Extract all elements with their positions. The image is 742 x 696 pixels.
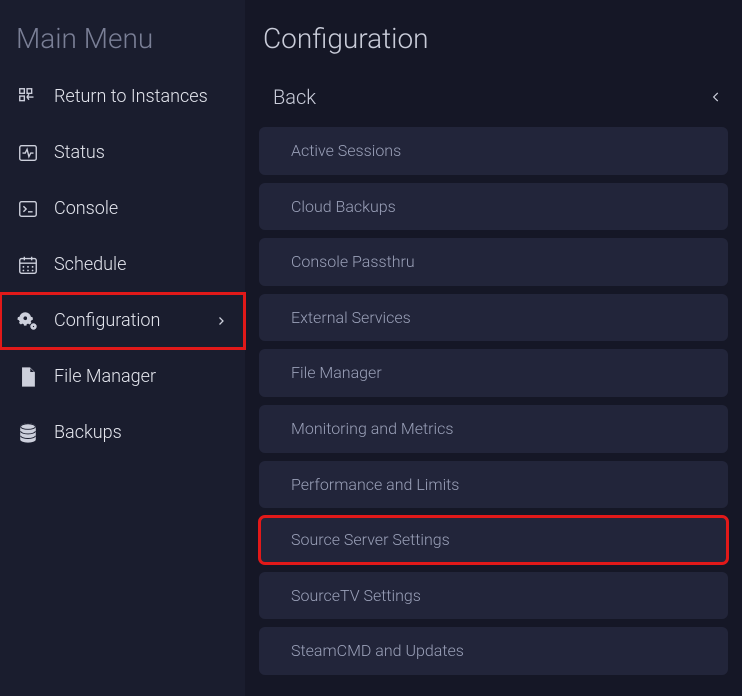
terminal-icon	[16, 197, 40, 221]
config-item-label: Cloud Backups	[291, 197, 396, 216]
config-item-label: Console Passthru	[291, 252, 415, 271]
config-list: Active Sessions Cloud Backups Console Pa…	[259, 127, 728, 675]
config-item-label: SourceTV Settings	[291, 586, 421, 605]
sidebar: Main Menu Return to Instances Status	[0, 0, 245, 696]
config-item-label: External Services	[291, 308, 411, 327]
sidebar-item-label: Backups	[54, 421, 229, 444]
sidebar-item-backups[interactable]: Backups	[0, 405, 245, 461]
sidebar-item-return-to-instances[interactable]: Return to Instances	[0, 69, 245, 125]
config-item-label: Performance and Limits	[291, 475, 459, 494]
sidebar-item-schedule[interactable]: Schedule	[0, 237, 245, 293]
sidebar-item-label: File Manager	[54, 365, 229, 388]
config-item-label: Active Sessions	[291, 141, 401, 160]
config-item-external-services[interactable]: External Services	[259, 294, 728, 342]
sidebar-item-configuration[interactable]: Configuration	[0, 293, 245, 349]
config-item-console-passthru[interactable]: Console Passthru	[259, 238, 728, 286]
calendar-icon	[16, 253, 40, 277]
file-icon	[16, 365, 40, 389]
config-item-label: Source Server Settings	[291, 530, 450, 549]
sidebar-item-label: Schedule	[54, 253, 229, 276]
sidebar-item-label: Return to Instances	[54, 85, 229, 108]
chevron-left-icon	[708, 89, 724, 105]
sidebar-item-console[interactable]: Console	[0, 181, 245, 237]
main-panel: Configuration Back Active Sessions Cloud…	[245, 0, 742, 696]
config-item-file-manager[interactable]: File Manager	[259, 349, 728, 397]
activity-icon	[16, 141, 40, 165]
sidebar-item-label: Status	[54, 141, 229, 164]
config-item-label: SteamCMD and Updates	[291, 641, 464, 660]
config-item-label: File Manager	[291, 363, 382, 382]
back-label: Back	[273, 85, 316, 109]
config-item-label: Monitoring and Metrics	[291, 419, 454, 438]
config-item-performance-and-limits[interactable]: Performance and Limits	[259, 461, 728, 509]
chevron-right-icon	[213, 313, 229, 329]
config-title: Configuration	[259, 0, 728, 77]
config-item-monitoring-and-metrics[interactable]: Monitoring and Metrics	[259, 405, 728, 453]
config-item-steamcmd-and-updates[interactable]: SteamCMD and Updates	[259, 627, 728, 675]
config-item-sourcetv-settings[interactable]: SourceTV Settings	[259, 572, 728, 620]
sidebar-title: Main Menu	[0, 0, 245, 69]
config-item-active-sessions[interactable]: Active Sessions	[259, 127, 728, 175]
sidebar-item-label: Console	[54, 197, 229, 220]
config-item-cloud-backups[interactable]: Cloud Backups	[259, 183, 728, 231]
sidebar-item-status[interactable]: Status	[0, 125, 245, 181]
back-button[interactable]: Back	[259, 77, 728, 127]
config-item-source-server-settings[interactable]: Source Server Settings	[259, 516, 728, 564]
return-icon	[16, 85, 40, 109]
gears-icon	[16, 309, 40, 333]
sidebar-item-label: Configuration	[54, 309, 199, 332]
database-icon	[16, 421, 40, 445]
sidebar-item-file-manager[interactable]: File Manager	[0, 349, 245, 405]
